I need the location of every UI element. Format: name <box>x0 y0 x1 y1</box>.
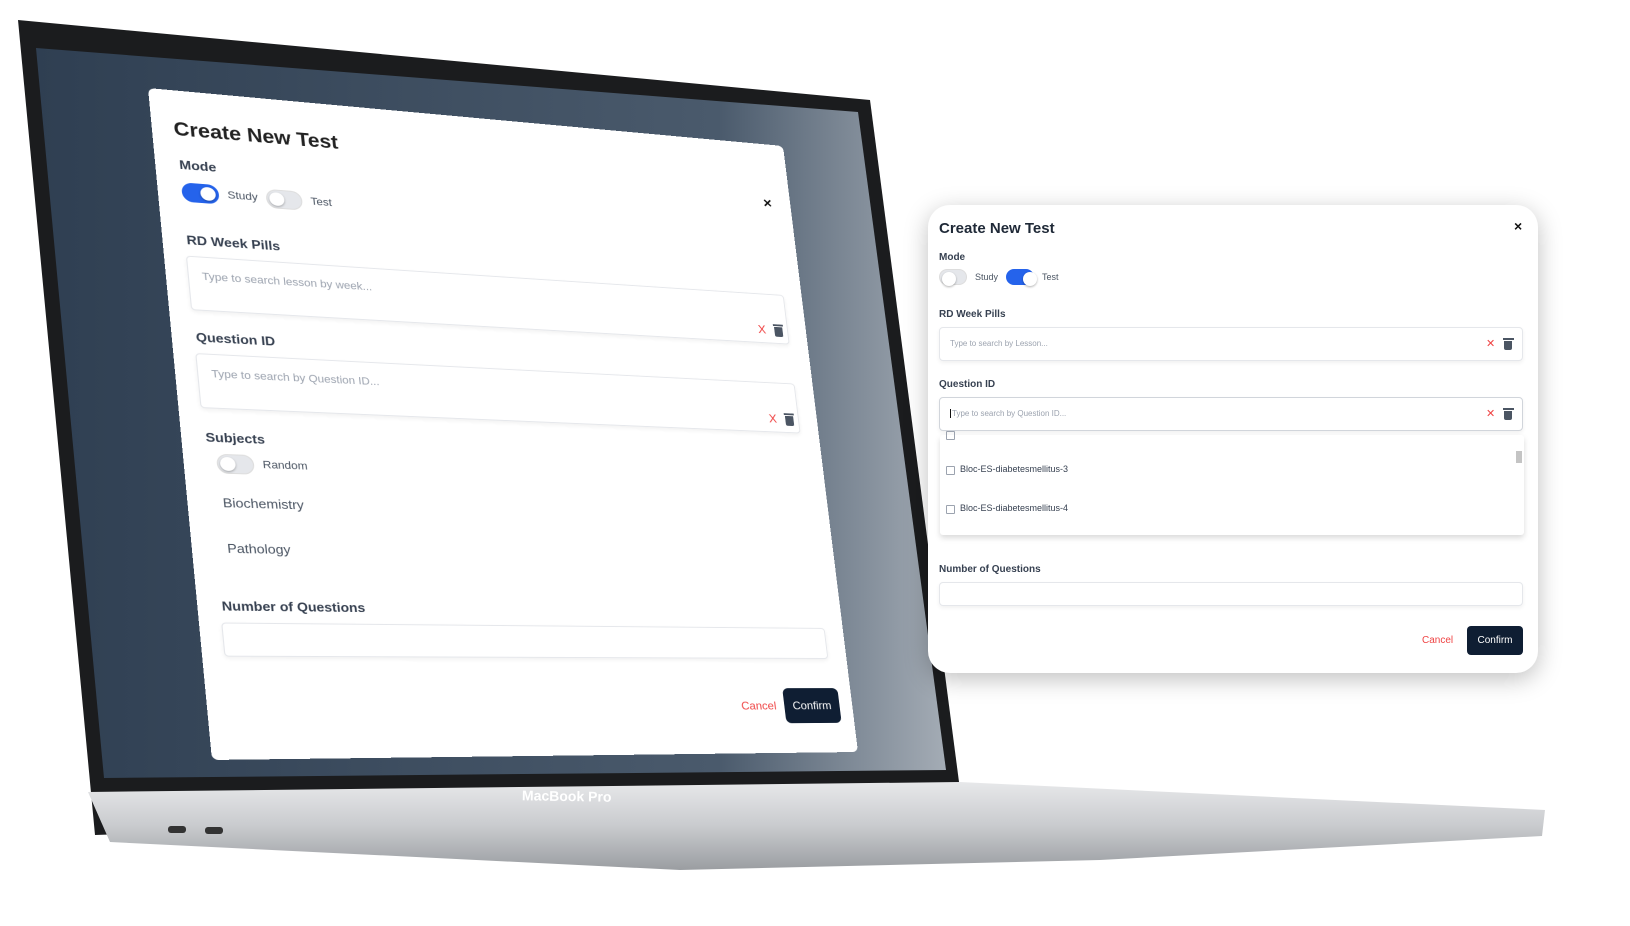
cancel-button[interactable]: Cancel <box>741 699 778 712</box>
trash-icon[interactable] <box>774 326 784 338</box>
trash-icon[interactable] <box>1503 408 1514 420</box>
question-id-input[interactable]: Type to search by Question ID... X <box>195 353 801 434</box>
clear-icon[interactable]: X <box>768 412 778 426</box>
confirm-button[interactable]: Confirm <box>782 688 842 724</box>
subjects-label: Subjects <box>204 429 266 447</box>
subject-item[interactable]: Biochemistry <box>222 495 304 512</box>
close-icon[interactable]: × <box>1514 218 1522 234</box>
number-of-questions-input[interactable] <box>221 622 829 659</box>
question-id-dropdown: Bloc-ES-diabetesmellitus-3 Bloc-ES-diabe… <box>940 431 1524 535</box>
cancel-button[interactable]: Cancel <box>1422 635 1453 646</box>
modal-title: Create New Test <box>172 118 340 154</box>
clear-icon[interactable]: X <box>757 322 767 336</box>
checkbox[interactable] <box>946 431 955 440</box>
dropdown-option[interactable]: Bloc-ES-diabetesmellitus-4 <box>960 503 1068 513</box>
checkbox[interactable] <box>946 505 955 514</box>
number-of-questions-label: Number of Questions <box>939 564 1041 575</box>
question-id-label: Question ID <box>939 379 996 390</box>
clear-icon[interactable]: ✕ <box>1486 337 1495 350</box>
placeholder: Type to search by Question ID... <box>210 368 380 389</box>
number-of-questions-input[interactable] <box>939 582 1523 606</box>
study-label: Study <box>227 189 259 204</box>
test-toggle[interactable] <box>265 188 304 211</box>
placeholder: Type to search by Question ID... <box>950 409 1067 418</box>
placeholder: Type to search lesson by week... <box>201 271 373 294</box>
create-test-modal-card: Create New Test × Mode Study Test RD Wee… <box>928 205 1538 673</box>
trash-icon[interactable] <box>784 415 795 427</box>
random-toggle[interactable] <box>215 453 256 475</box>
close-icon[interactable]: × <box>762 196 772 212</box>
study-toggle[interactable] <box>939 269 967 286</box>
test-label: Test <box>310 196 333 209</box>
rd-week-pills-label: RD Week Pills <box>939 309 1006 320</box>
question-id-label: Question ID <box>195 329 276 349</box>
mode-label: Mode <box>939 252 966 263</box>
modal-title: Create New Test <box>939 220 1055 237</box>
study-toggle[interactable] <box>180 182 220 205</box>
study-label: Study <box>975 272 999 282</box>
rd-week-pills-input[interactable]: Type to search by Lesson... ✕ <box>939 327 1523 361</box>
dropdown-option[interactable]: Bloc-ES-diabetesmellitus-3 <box>960 464 1068 474</box>
subject-item[interactable]: Pathology <box>227 541 292 557</box>
test-toggle[interactable] <box>1006 269 1037 286</box>
laptop-base <box>88 782 1545 870</box>
confirm-button[interactable]: Confirm <box>1467 626 1523 655</box>
placeholder: Type to search by Lesson... <box>950 339 1048 348</box>
number-of-questions-label: Number of Questions <box>221 598 366 616</box>
scrollbar[interactable] <box>1516 439 1522 531</box>
trash-icon[interactable] <box>1503 338 1514 350</box>
clear-icon[interactable]: ✕ <box>1486 407 1495 420</box>
rd-week-pills-input[interactable]: Type to search lesson by week... X <box>185 255 790 345</box>
test-label: Test <box>1042 272 1059 282</box>
laptop-brand: MacBook Pro <box>521 787 612 805</box>
checkbox[interactable] <box>946 466 955 475</box>
random-label: Random <box>262 459 309 473</box>
rd-week-pills-label: RD Week Pills <box>185 232 281 254</box>
mode-label: Mode <box>178 157 217 175</box>
question-id-input[interactable]: Type to search by Question ID... ✕ <box>939 397 1523 431</box>
laptop-create-test-modal: Create New Test × Mode Study Test RD Wee… <box>148 88 858 760</box>
